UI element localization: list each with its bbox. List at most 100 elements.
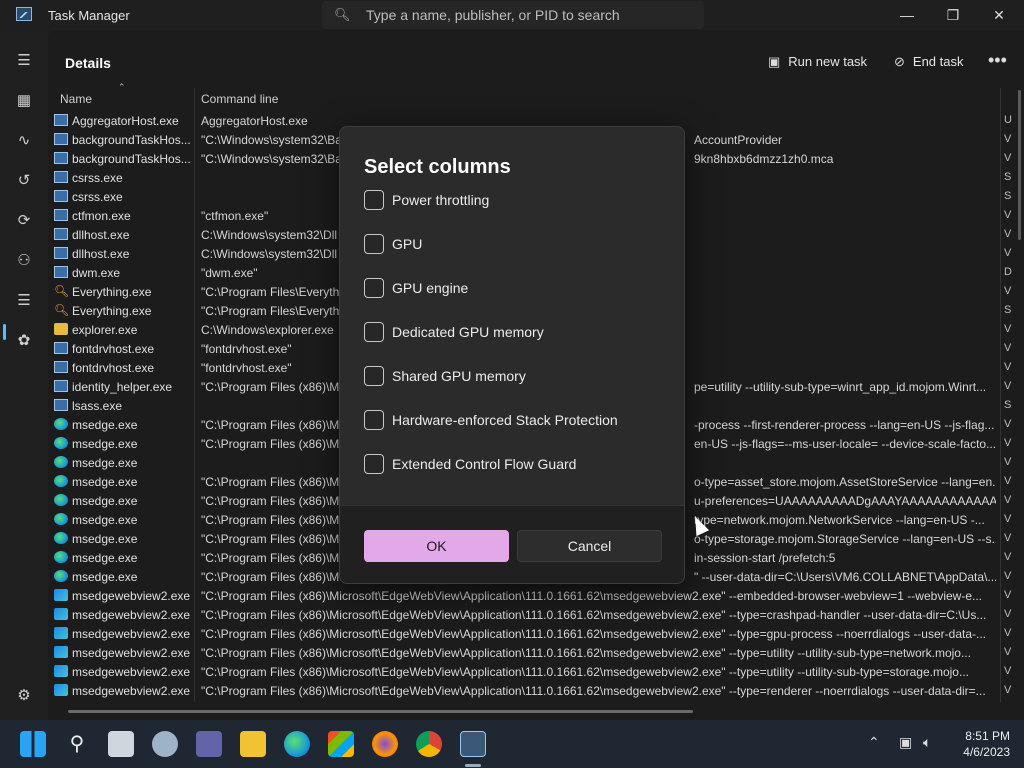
column-header-command-line[interactable]: Command line bbox=[201, 92, 278, 106]
checkbox[interactable] bbox=[364, 410, 384, 430]
truncated-column-value: S bbox=[1004, 190, 1012, 202]
process-row[interactable]: msedgewebview2.exe "C:\Program Files (x86… bbox=[54, 586, 1004, 605]
run-new-task-button[interactable]: ▣ Run new task bbox=[768, 54, 867, 70]
hamburger-menu-icon[interactable]: ☰ bbox=[12, 49, 36, 73]
app-process-icon bbox=[54, 133, 68, 145]
app-process-icon bbox=[54, 380, 68, 392]
app-process-icon bbox=[54, 114, 68, 126]
edge-browser-icon[interactable] bbox=[284, 731, 310, 757]
clock-date: 4/6/2023 bbox=[963, 745, 1010, 759]
command-line: "C:\Program Files (x86)\Microsoft\EdgeWe… bbox=[201, 608, 987, 622]
clock[interactable]: 8:51 PM 4/6/2023 bbox=[950, 728, 1010, 760]
end-task-button[interactable]: ⊘ End task bbox=[894, 54, 964, 70]
process-name: Everything.exe bbox=[72, 285, 152, 299]
process-name: explorer.exe bbox=[72, 323, 138, 337]
web-process-icon bbox=[54, 589, 68, 601]
minimize-button[interactable]: — bbox=[884, 0, 930, 30]
search-box[interactable]: 🔍︎ Type a name, publisher, or PID to sea… bbox=[322, 1, 704, 29]
process-name: dllhost.exe bbox=[72, 228, 130, 242]
page-title: Details bbox=[65, 55, 111, 71]
truncated-column-value: V bbox=[1004, 437, 1012, 449]
truncated-column-value: V bbox=[1004, 646, 1012, 658]
truncated-column-value: U bbox=[1004, 114, 1012, 126]
microsoft-store-icon[interactable] bbox=[328, 731, 354, 757]
checkbox[interactable] bbox=[364, 278, 384, 298]
command-line-tail: 9kn8hbxb6dmzz1zh0.mca bbox=[694, 152, 834, 166]
app-process-icon bbox=[54, 361, 68, 373]
process-name: backgroundTaskHos... bbox=[72, 152, 190, 166]
horizontal-scrollbar[interactable] bbox=[68, 710, 693, 713]
network-icon[interactable]: ▣ bbox=[899, 734, 912, 751]
performance-icon[interactable]: ∿ bbox=[12, 129, 36, 153]
process-row[interactable]: msedgewebview2.exe "C:\Program Files (x86… bbox=[54, 624, 1004, 643]
cancel-button[interactable]: Cancel bbox=[517, 530, 662, 562]
command-line-tail: o-type=storage.mojom.StorageService --la… bbox=[694, 532, 996, 546]
new-task-icon: ▣ bbox=[768, 54, 781, 69]
start-windows-icon[interactable] bbox=[20, 731, 46, 757]
command-line: "C:\Program Files (x86)\Microsoft\EdgeWe… bbox=[201, 646, 971, 660]
process-name: backgroundTaskHos... bbox=[72, 133, 190, 147]
truncated-column-value: D bbox=[1004, 266, 1012, 278]
details-icon[interactable]: ☰ bbox=[12, 289, 36, 313]
checkbox[interactable] bbox=[364, 322, 384, 342]
edge-process-icon bbox=[54, 570, 68, 582]
ok-button[interactable]: OK bbox=[364, 530, 509, 562]
truncated-column-value: V bbox=[1004, 361, 1012, 373]
firefox-icon[interactable] bbox=[372, 731, 398, 757]
task-view-icon[interactable] bbox=[108, 731, 134, 757]
app-history-icon[interactable]: ↺ bbox=[12, 169, 36, 193]
chrome-icon[interactable] bbox=[416, 731, 442, 757]
truncated-column-value: V bbox=[1004, 209, 1012, 221]
services-icon[interactable]: ✿ bbox=[12, 329, 36, 353]
search-icon[interactable]: ⚲ bbox=[64, 731, 90, 757]
vertical-scrollbar[interactable] bbox=[1018, 90, 1021, 240]
task-manager-taskbar-icon[interactable] bbox=[460, 731, 486, 757]
command-line-tail: " --user-data-dir=C:\Users\VM6.COLLABNET… bbox=[694, 570, 996, 584]
dialog-footer: OK Cancel bbox=[340, 505, 684, 583]
process-name: msedge.exe bbox=[72, 456, 138, 470]
app-title: Task Manager bbox=[48, 8, 130, 23]
search-placeholder[interactable]: Type a name, publisher, or PID to search bbox=[366, 7, 620, 23]
edge-process-icon bbox=[54, 551, 68, 563]
truncated-column-value: V bbox=[1004, 494, 1012, 506]
sort-ascending-icon: ⌃ bbox=[118, 82, 126, 92]
column-option-label: GPU bbox=[392, 236, 423, 252]
volume-icon[interactable]: 🔈︎ bbox=[923, 734, 931, 751]
process-name: msedge.exe bbox=[72, 551, 138, 565]
users-icon[interactable]: ⚇ bbox=[12, 249, 36, 273]
nav-sidebar: ☰ ▦ ∿ ↺ ⟳ ⚇ ☰ ✿ ⚙ bbox=[0, 30, 48, 720]
startup-apps-icon[interactable]: ⟳ bbox=[12, 209, 36, 233]
process-name: msedgewebview2.exe bbox=[72, 665, 190, 679]
app-process-icon bbox=[54, 171, 68, 183]
process-name: msedgewebview2.exe bbox=[72, 627, 190, 641]
edge-process-icon bbox=[54, 494, 68, 506]
checkbox[interactable] bbox=[364, 234, 384, 254]
process-row[interactable]: msedgewebview2.exe "C:\Program Files (x86… bbox=[54, 605, 1004, 624]
process-name: msedgewebview2.exe bbox=[72, 589, 190, 603]
process-name: msedge.exe bbox=[72, 513, 138, 527]
process-row[interactable]: msedgewebview2.exe "C:\Program Files (x86… bbox=[54, 662, 1004, 681]
truncated-column-value: S bbox=[1004, 399, 1012, 411]
settings-gear-icon[interactable]: ⚙ bbox=[12, 684, 36, 708]
column-option-label: Dedicated GPU memory bbox=[392, 324, 544, 340]
show-hidden-icons-chevron-icon[interactable]: ⌃ bbox=[868, 734, 880, 751]
checkbox[interactable] bbox=[364, 454, 384, 474]
command-line-tail: u-preferences=UAAAAAAAAADgAAAYAAAAAAAAAA… bbox=[694, 494, 996, 508]
weather-icon[interactable] bbox=[152, 731, 178, 757]
process-row[interactable]: msedgewebview2.exe "C:\Program Files (x86… bbox=[54, 643, 1004, 662]
checkbox[interactable] bbox=[364, 366, 384, 386]
column-header-name[interactable]: Name bbox=[60, 92, 92, 106]
app-process-icon bbox=[54, 247, 68, 259]
checkbox[interactable] bbox=[364, 190, 384, 210]
file-explorer-icon[interactable] bbox=[240, 731, 266, 757]
more-options-icon[interactable]: ••• bbox=[988, 50, 1007, 71]
column-option-label: Extended Control Flow Guard bbox=[392, 456, 577, 472]
app-process-icon bbox=[54, 266, 68, 278]
processes-icon[interactable]: ▦ bbox=[12, 89, 36, 113]
teams-chat-icon[interactable] bbox=[196, 731, 222, 757]
maximize-button[interactable]: ❐ bbox=[930, 0, 976, 30]
process-row[interactable]: msedgewebview2.exe "C:\Program Files (x86… bbox=[54, 681, 1004, 700]
close-button[interactable]: ✕ bbox=[976, 0, 1022, 30]
command-line-tail: AccountProvider bbox=[694, 133, 783, 147]
process-name: msedgewebview2.exe bbox=[72, 646, 190, 660]
